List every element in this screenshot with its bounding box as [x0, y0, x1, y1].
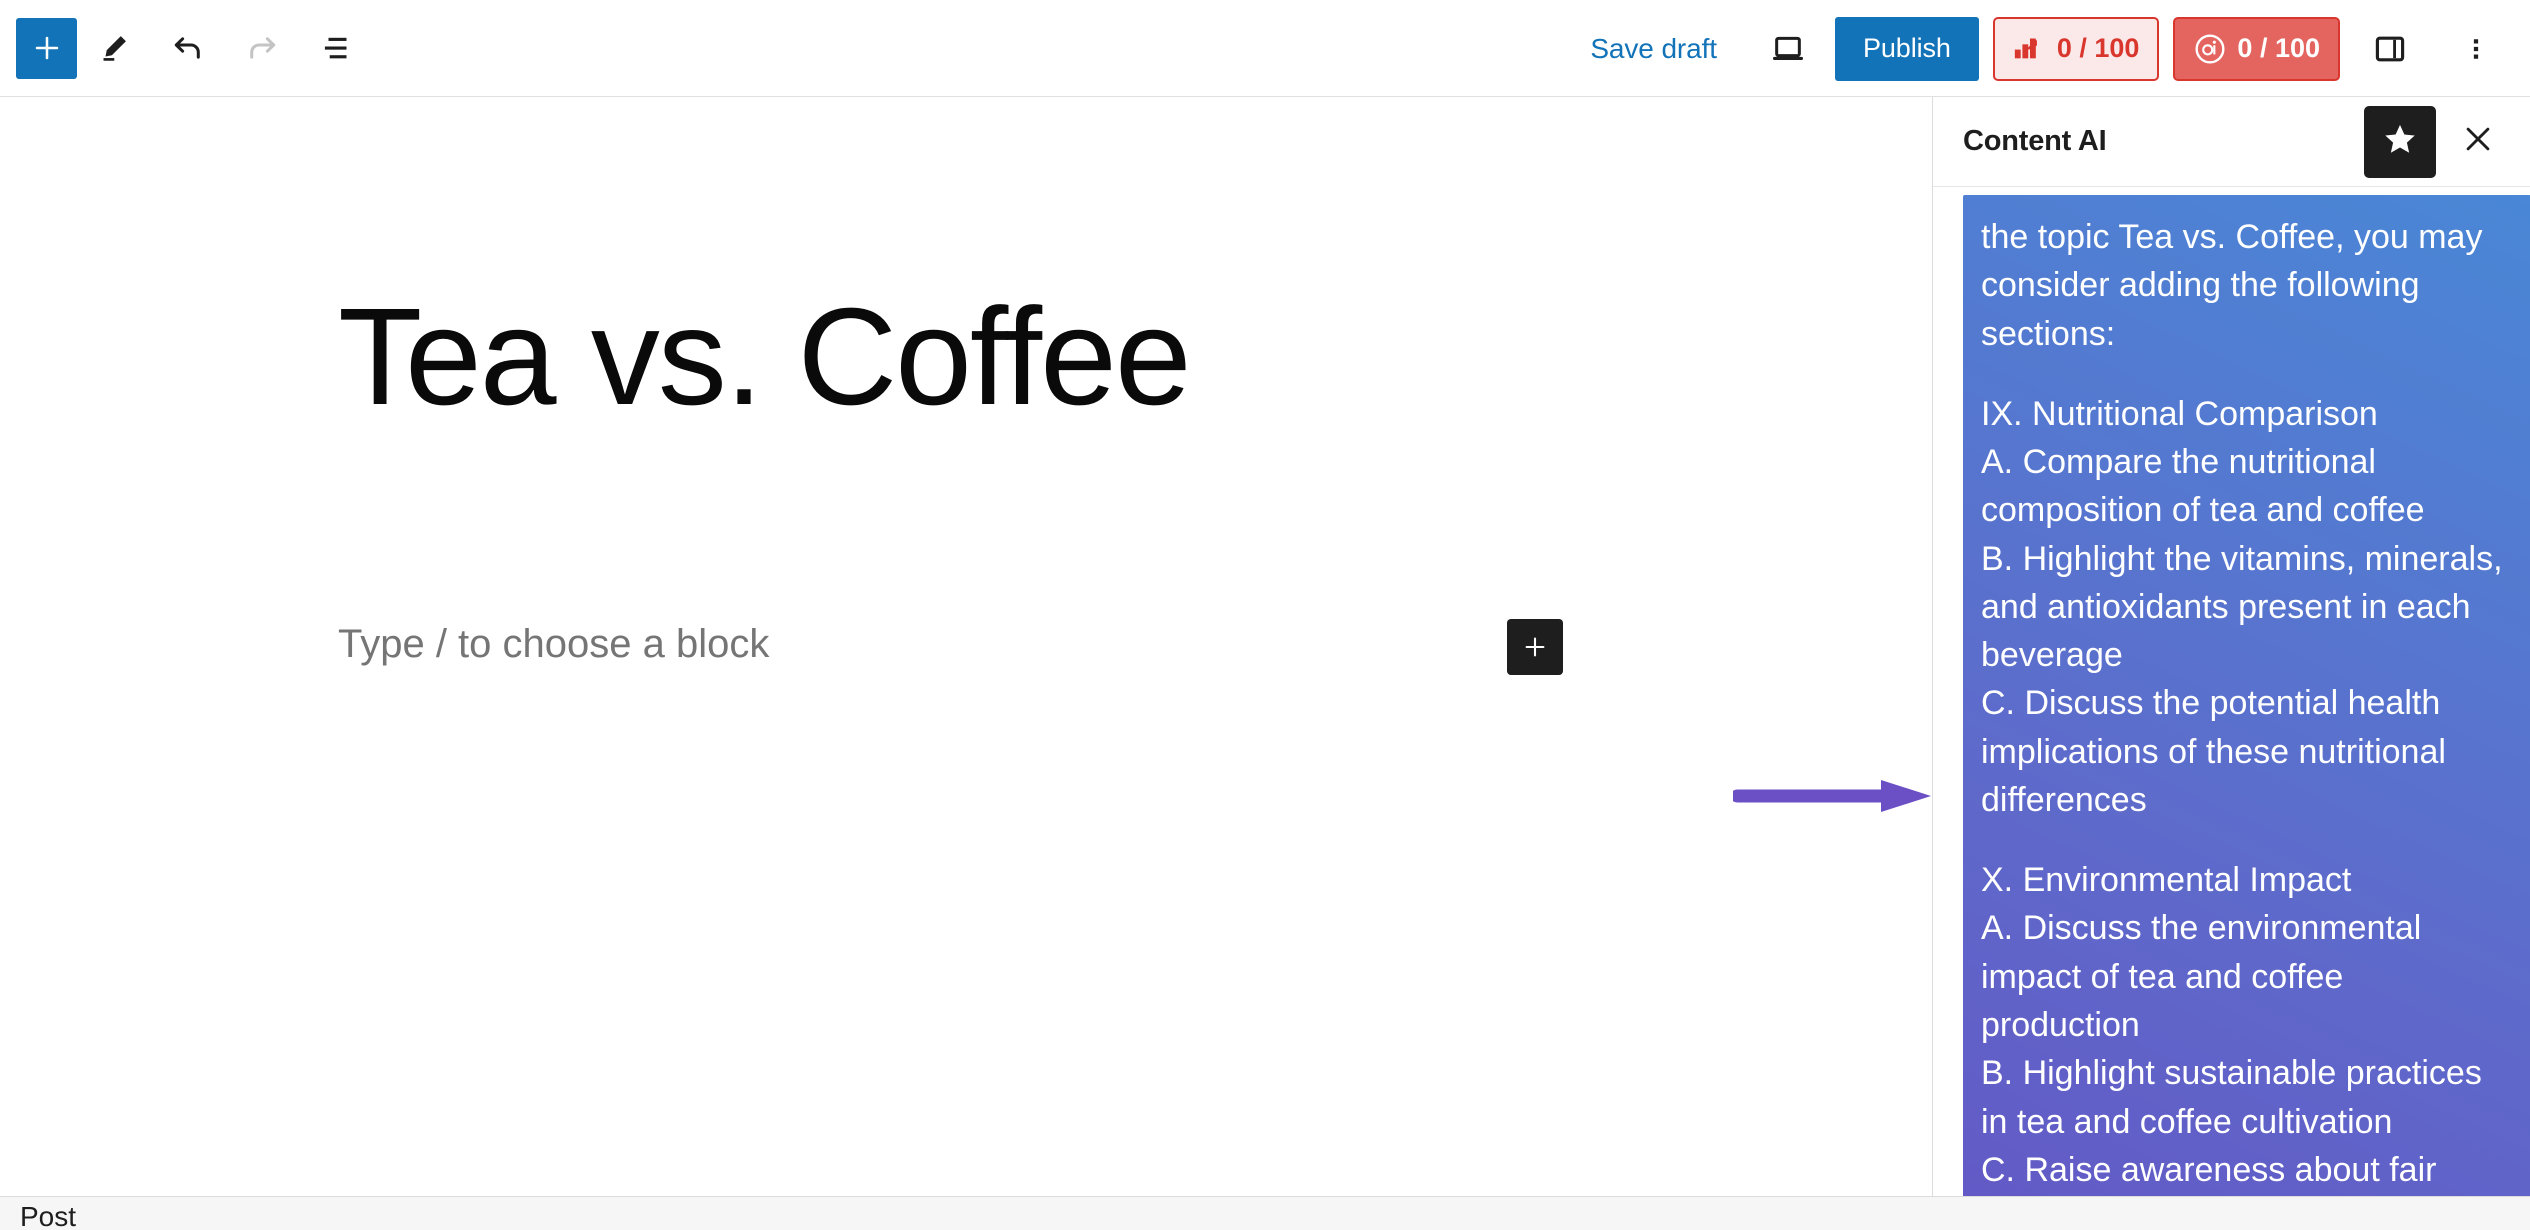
header-left-tools	[0, 11, 373, 85]
star-icon	[2382, 121, 2418, 162]
post-title-input[interactable]: Tea vs. Coffee	[338, 281, 1192, 434]
seo-score-badge[interactable]: 0 / 100	[1992, 16, 2160, 81]
more-options-kebab-button[interactable]	[2440, 13, 2512, 85]
content-ai-sidebar-panel: Content AI the topic Tea vs. Coffee, you…	[1932, 97, 2530, 1196]
ai-message-paragraph: IX. Nutritional Comparison A. Compare th…	[1981, 394, 2503, 819]
editor-bottom-breadcrumb-bar: Post	[0, 1196, 2530, 1230]
edit-mode-button[interactable]	[77, 11, 151, 85]
publish-button[interactable]: Publish	[1834, 16, 1979, 81]
settings-sidebar-toggle[interactable]	[2354, 13, 2426, 85]
document-outline-button[interactable]	[299, 11, 373, 85]
arrow-right-annotation-icon	[1730, 776, 1932, 816]
seo-chart-icon	[2013, 35, 2047, 63]
inline-add-block-button[interactable]	[1507, 619, 1563, 675]
block-placeholder-text[interactable]: Type / to choose a block	[338, 622, 769, 667]
seo-score-value: 0 / 100	[2056, 33, 2140, 63]
preview-button[interactable]	[1751, 12, 1825, 86]
close-panel-button[interactable]	[2446, 110, 2510, 174]
add-block-button[interactable]	[16, 17, 77, 79]
header-right-actions: Save draft Publish 0 / 100 0 / 100	[1574, 0, 2530, 97]
editor-canvas: Tea vs. Coffee Type / to choose a block	[0, 97, 1932, 1196]
breadcrumb-post-label[interactable]: Post	[20, 1197, 76, 1230]
save-draft-button[interactable]: Save draft	[1574, 25, 1733, 73]
sidebar-message-scroll-area[interactable]: the topic Tea vs. Coffee, you may consid…	[1933, 187, 2530, 1196]
ai-message-paragraph: the topic Tea vs. Coffee, you may consid…	[1981, 218, 2492, 353]
wordpress-block-editor: Save draft Publish 0 / 100 0 / 100 Tea v…	[0, 0, 2530, 1230]
content-ai-score-value: 0 / 100	[2237, 33, 2320, 63]
star-icon-button[interactable]	[2364, 105, 2436, 178]
content-ai-logo-icon	[2193, 32, 2227, 66]
sidebar-panel-title: Content AI	[1963, 125, 2107, 157]
sidebar-header: Content AI	[1933, 97, 2530, 187]
content-ai-score-badge[interactable]: 0 / 100	[2173, 16, 2340, 81]
redo-button[interactable]	[225, 11, 299, 85]
ai-suggestion-bubble: the topic Tea vs. Coffee, you may consid…	[1963, 195, 2530, 1196]
close-x-icon	[2460, 121, 2496, 162]
editor-header-toolbar: Save draft Publish 0 / 100 0 / 100	[0, 0, 2530, 97]
ai-message-paragraph: X. Environmental Impact A. Discuss the e…	[1981, 861, 2482, 1189]
undo-button[interactable]	[151, 11, 225, 85]
